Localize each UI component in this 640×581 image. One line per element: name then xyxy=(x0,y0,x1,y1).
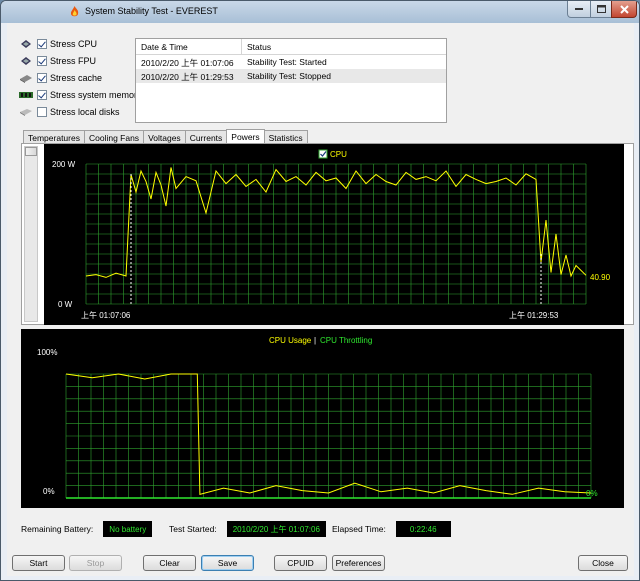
log-datetime: 2010/2/20 上午 01:29:53 xyxy=(141,72,234,82)
scroll-thumb[interactable] xyxy=(25,147,37,156)
test-started-value: 2010/2/20 上午 01:07:06 xyxy=(226,521,326,537)
tab-temperatures[interactable]: Temperatures xyxy=(23,130,85,144)
power-current-value: 40.90 xyxy=(590,273,611,282)
power-graph: CPU 200 W 0 W 上午 01:07:06 上午 01:29:53 40… xyxy=(44,144,624,325)
power-start-time: 上午 01:07:06 xyxy=(81,310,131,320)
tab-statistics[interactable]: Statistics xyxy=(263,130,308,144)
elapsed-value: 0:22:46 xyxy=(395,521,451,537)
maximize-button[interactable] xyxy=(590,1,612,18)
throttle-legend-label: CPU Throttling xyxy=(320,336,372,345)
cpu-usage-graph: CPU Usage | CPU Throttling 100% 0% 0% xyxy=(21,329,624,508)
option-label: Stress system memory xyxy=(50,90,142,100)
power-legend-label: CPU xyxy=(330,150,347,159)
option-label: Stress CPU xyxy=(50,39,98,49)
column-header-datetime[interactable]: Date & Time xyxy=(136,39,242,54)
graph-scrollbar[interactable] xyxy=(24,146,38,322)
battery-status: Remaining Battery: No battery xyxy=(21,521,153,537)
power-end-time: 上午 01:29:53 xyxy=(509,310,559,320)
log-status: Stability Test: Started xyxy=(247,57,327,67)
usage-current-value: 0% xyxy=(586,489,598,498)
usage-legend-label: CPU Usage xyxy=(269,336,312,345)
tab-powers[interactable]: Powers xyxy=(226,129,265,144)
power-legend: CPU xyxy=(318,149,347,159)
flame-icon xyxy=(70,6,79,17)
client-area: Stress CPU Stress FPU Stress cache Stres… xyxy=(7,23,634,576)
test-started-status: Test Started: 2010/2/20 上午 01:07:06 xyxy=(169,521,326,537)
battery-label: Remaining Battery: xyxy=(21,524,94,534)
legend-separator: | xyxy=(314,336,316,345)
usage-y-bottom-label: 0% xyxy=(43,487,55,496)
memory-module-icon xyxy=(19,92,33,98)
title-bar[interactable]: System Stability Test - EVEREST xyxy=(1,1,639,23)
legend-checkbox[interactable] xyxy=(318,149,328,159)
minimize-icon xyxy=(575,8,583,10)
option-label: Stress FPU xyxy=(50,56,97,66)
cache-icon xyxy=(20,75,32,83)
option-stress-cpu[interactable]: Stress CPU xyxy=(19,37,97,51)
checkbox[interactable] xyxy=(37,90,47,100)
option-stress-disks[interactable]: Stress local disks xyxy=(19,105,120,119)
column-header-status[interactable]: Status xyxy=(242,39,446,54)
checkbox[interactable] xyxy=(37,39,47,49)
stop-button[interactable]: Stop xyxy=(69,555,122,571)
preferences-button[interactable]: Preferences xyxy=(332,555,385,571)
maximize-icon xyxy=(596,5,606,13)
checkbox[interactable] xyxy=(37,56,47,66)
power-y-top-label: 200 W xyxy=(52,160,76,169)
hard-disk-icon xyxy=(20,109,32,116)
clear-button[interactable]: Clear xyxy=(143,555,196,571)
cpuid-button[interactable]: CPUID xyxy=(274,555,327,571)
usage-legend: CPU Usage | CPU Throttling xyxy=(269,336,372,345)
tab-voltages[interactable]: Voltages xyxy=(143,130,186,144)
option-stress-cache[interactable]: Stress cache xyxy=(19,71,102,85)
battery-value: No battery xyxy=(103,521,153,537)
tab-currents[interactable]: Currents xyxy=(184,130,228,144)
option-label: Stress cache xyxy=(50,73,103,83)
test-started-label: Test Started: xyxy=(169,524,217,534)
window-title: System Stability Test - EVEREST xyxy=(85,6,218,16)
cpu-chip-icon xyxy=(21,40,31,48)
tab-strip: Temperatures Cooling Fans Voltages Curre… xyxy=(23,129,308,144)
fpu-chip-icon xyxy=(21,57,31,65)
option-stress-fpu[interactable]: Stress FPU xyxy=(19,54,96,68)
log-header: Date & Time Status xyxy=(136,39,446,55)
log-status: Stability Test: Stopped xyxy=(247,71,331,81)
window-close-button[interactable] xyxy=(611,1,637,18)
log-row[interactable]: 2010/2/20 上午 01:07:06 Stability Test: St… xyxy=(136,55,446,69)
elapsed-status: Elapsed Time: 0:22:46 xyxy=(332,521,451,537)
minimize-button[interactable] xyxy=(567,1,591,18)
log-row[interactable]: 2010/2/20 上午 01:29:53 Stability Test: St… xyxy=(136,69,446,83)
stability-test-window: System Stability Test - EVEREST Stress C… xyxy=(0,0,640,581)
save-button[interactable]: Save xyxy=(201,555,254,571)
event-log-list[interactable]: Date & Time Status 2010/2/20 上午 01:07:06… xyxy=(135,38,447,123)
checkbox[interactable] xyxy=(37,73,47,83)
usage-y-top-label: 100% xyxy=(37,348,57,357)
option-stress-memory[interactable]: Stress system memory xyxy=(19,88,142,102)
tab-cooling-fans[interactable]: Cooling Fans xyxy=(83,130,145,144)
close-icon xyxy=(619,4,629,14)
start-button[interactable]: Start xyxy=(12,555,65,571)
checkbox[interactable] xyxy=(37,107,47,117)
close-button[interactable]: Close xyxy=(578,555,628,571)
elapsed-label: Elapsed Time: xyxy=(332,524,386,534)
power-y-bottom-label: 0 W xyxy=(58,300,73,309)
log-datetime: 2010/2/20 上午 01:07:06 xyxy=(141,58,234,68)
option-label: Stress local disks xyxy=(50,107,120,117)
